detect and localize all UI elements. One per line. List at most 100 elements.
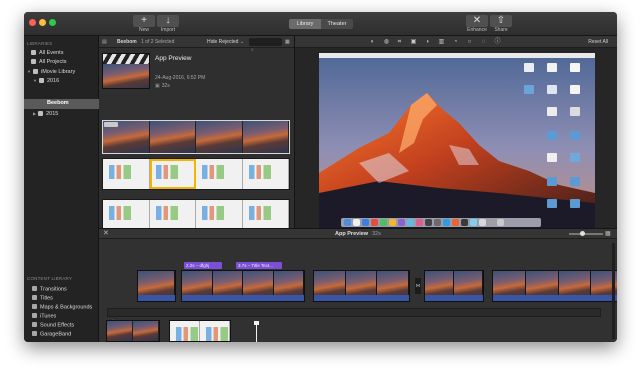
clip-row[interactable] xyxy=(102,158,290,190)
clip-appearance-icon[interactable]: ▦ xyxy=(285,39,290,45)
content-item-itunes[interactable]: iTunes xyxy=(32,313,56,320)
event-browser: ▤ Beebom 1 of 2 Selected Hide Rejected ⌄… xyxy=(99,36,294,229)
timeline-clip[interactable] xyxy=(313,270,410,302)
video-preview[interactable] xyxy=(319,53,595,229)
folder-icon xyxy=(38,77,44,83)
stabilization-icon[interactable]: ▣ xyxy=(410,39,417,45)
folder-icon xyxy=(570,177,580,186)
playhead[interactable] xyxy=(256,323,257,342)
transition-icon[interactable]: ⋈ xyxy=(415,278,421,294)
sidebar-item-all-projects[interactable]: All Projects xyxy=(31,58,67,67)
project-date: 24-Aug-2016, 6:52 PM xyxy=(155,75,206,81)
close-window-button[interactable] xyxy=(29,19,36,26)
toolbar: + New ↓ Import Library Theater ✕ Enhance… xyxy=(24,12,617,36)
clip-thumbnail[interactable] xyxy=(169,320,231,342)
minimize-window-button[interactable] xyxy=(39,19,46,26)
file-icon xyxy=(547,107,557,116)
folder-icon xyxy=(570,131,580,140)
title-clip[interactable]: 2.2s – dfghj xyxy=(184,262,222,269)
share-button[interactable]: ⇧ xyxy=(490,15,512,27)
disclosure-open-icon[interactable]: ▼ xyxy=(27,67,31,76)
clip-filter-icon[interactable]: ○ xyxy=(466,39,473,45)
film-icon: ▣ xyxy=(155,83,160,89)
clip-row[interactable] xyxy=(102,199,290,229)
color-correction-icon[interactable]: ◍ xyxy=(383,39,390,45)
project-title: App Preview xyxy=(155,55,192,62)
dock xyxy=(341,218,541,227)
folder-icon xyxy=(547,177,557,186)
import-button[interactable]: ↓ xyxy=(157,15,179,27)
folder-icon xyxy=(547,199,557,208)
mac-menu-bar xyxy=(319,53,595,58)
file-icon xyxy=(524,63,534,72)
timeline-clip[interactable] xyxy=(181,270,305,302)
chevron-down-icon[interactable]: ⌄ xyxy=(240,39,244,45)
sidebar-item-all-events[interactable]: All Events xyxy=(31,49,63,58)
content-item-titles[interactable]: Titles xyxy=(32,295,53,302)
file-icon xyxy=(570,107,580,116)
view-switcher: Library Theater xyxy=(289,19,353,29)
zoom-window-button[interactable] xyxy=(49,19,56,26)
audio-lane[interactable]: ♫ xyxy=(107,308,601,324)
sidebar-item-beebom[interactable]: Beebom xyxy=(47,99,69,108)
reset-all-button[interactable]: Reset All xyxy=(588,39,608,45)
enhance-button[interactable]: ✕ xyxy=(466,15,488,27)
timeline-header: ✕ App Preview 32s ▦ xyxy=(99,229,617,239)
info-icon[interactable]: ⓘ xyxy=(494,39,501,45)
clapper-icon xyxy=(103,54,149,64)
timeline-title: App Preview 32s xyxy=(335,231,381,237)
project-thumbnail[interactable] xyxy=(102,53,150,89)
zoom-slider[interactable] xyxy=(569,233,603,235)
transitions-icon xyxy=(32,286,37,291)
content-item-maps-backgrounds[interactable]: Maps & Backgrounds xyxy=(32,304,92,311)
timeline-clip[interactable] xyxy=(137,270,176,302)
speaker-icon xyxy=(32,322,37,327)
sidebar-toggle-icon[interactable]: ▤ xyxy=(102,39,107,45)
events-icon xyxy=(31,49,36,55)
content-item-transitions[interactable]: Transitions xyxy=(32,286,67,293)
sidebar-item-imovie-library[interactable]: ▼ iMovie Library xyxy=(27,67,75,76)
clip-thumbnail[interactable] xyxy=(106,320,160,342)
timeline-clip[interactable] xyxy=(492,270,617,302)
imovie-window: + New ↓ Import Library Theater ✕ Enhance… xyxy=(24,12,617,342)
share-icon: ⇧ xyxy=(496,15,506,26)
tab-library[interactable]: Library xyxy=(289,19,321,29)
timeline-settings-icon[interactable]: ▦ xyxy=(605,230,611,237)
share-label: Share xyxy=(494,27,508,33)
tab-theater[interactable]: Theater xyxy=(321,19,353,29)
plus-icon: + xyxy=(141,15,147,26)
content-item-garageband[interactable]: GarageBand xyxy=(32,331,71,338)
file-icon xyxy=(570,85,580,94)
folder-icon xyxy=(38,110,44,116)
noise-reduction-icon[interactable]: ▥ xyxy=(438,39,445,45)
file-icon xyxy=(547,63,557,72)
viewer: ◐ ◍ ⌗ ▣ ◖ ▥ ◔ ○ ◌ ⓘ Reset All xyxy=(294,36,617,229)
content-library-header: CONTENT LIBRARY xyxy=(27,276,73,281)
timeline-scrollbar[interactable] xyxy=(612,243,615,339)
down-arrow-icon: ↓ xyxy=(165,15,171,26)
disclosure-open-icon[interactable]: ▼ xyxy=(33,76,37,85)
libraries-header: LIBRARIES xyxy=(27,41,53,46)
speed-icon[interactable]: ◔ xyxy=(452,39,459,45)
color-balance-icon[interactable]: ◐ xyxy=(369,39,376,45)
sidebar-item-2016[interactable]: ▼ 2016 xyxy=(33,76,59,85)
audio-effects-icon[interactable]: ◌ xyxy=(480,39,487,45)
disclosure-closed-icon[interactable]: ▶ xyxy=(33,109,36,118)
clip-row[interactable] xyxy=(102,120,290,154)
folder-icon xyxy=(547,131,557,140)
zoom-slider-knob[interactable] xyxy=(580,231,585,236)
sidebar-item-2015[interactable]: ▶ 2015 xyxy=(33,109,58,118)
crop-icon[interactable]: ⌗ xyxy=(396,39,403,45)
project-duration-row: ▣ 32s xyxy=(155,83,170,89)
search-input[interactable]: ⌕ xyxy=(249,38,282,53)
volume-icon[interactable]: ◖ xyxy=(424,39,431,45)
guitar-icon xyxy=(32,331,37,336)
playhead-handle[interactable] xyxy=(254,321,259,325)
file-icon xyxy=(570,63,580,72)
title-clip[interactable]: 3.7s – Title Text... xyxy=(236,262,282,269)
timeline-clip[interactable] xyxy=(424,270,484,302)
globe-icon xyxy=(32,304,37,309)
new-button[interactable]: + xyxy=(133,15,155,27)
filter-dropdown[interactable]: Hide Rejected xyxy=(207,39,238,45)
content-item-sound-effects[interactable]: Sound Effects xyxy=(32,322,74,329)
